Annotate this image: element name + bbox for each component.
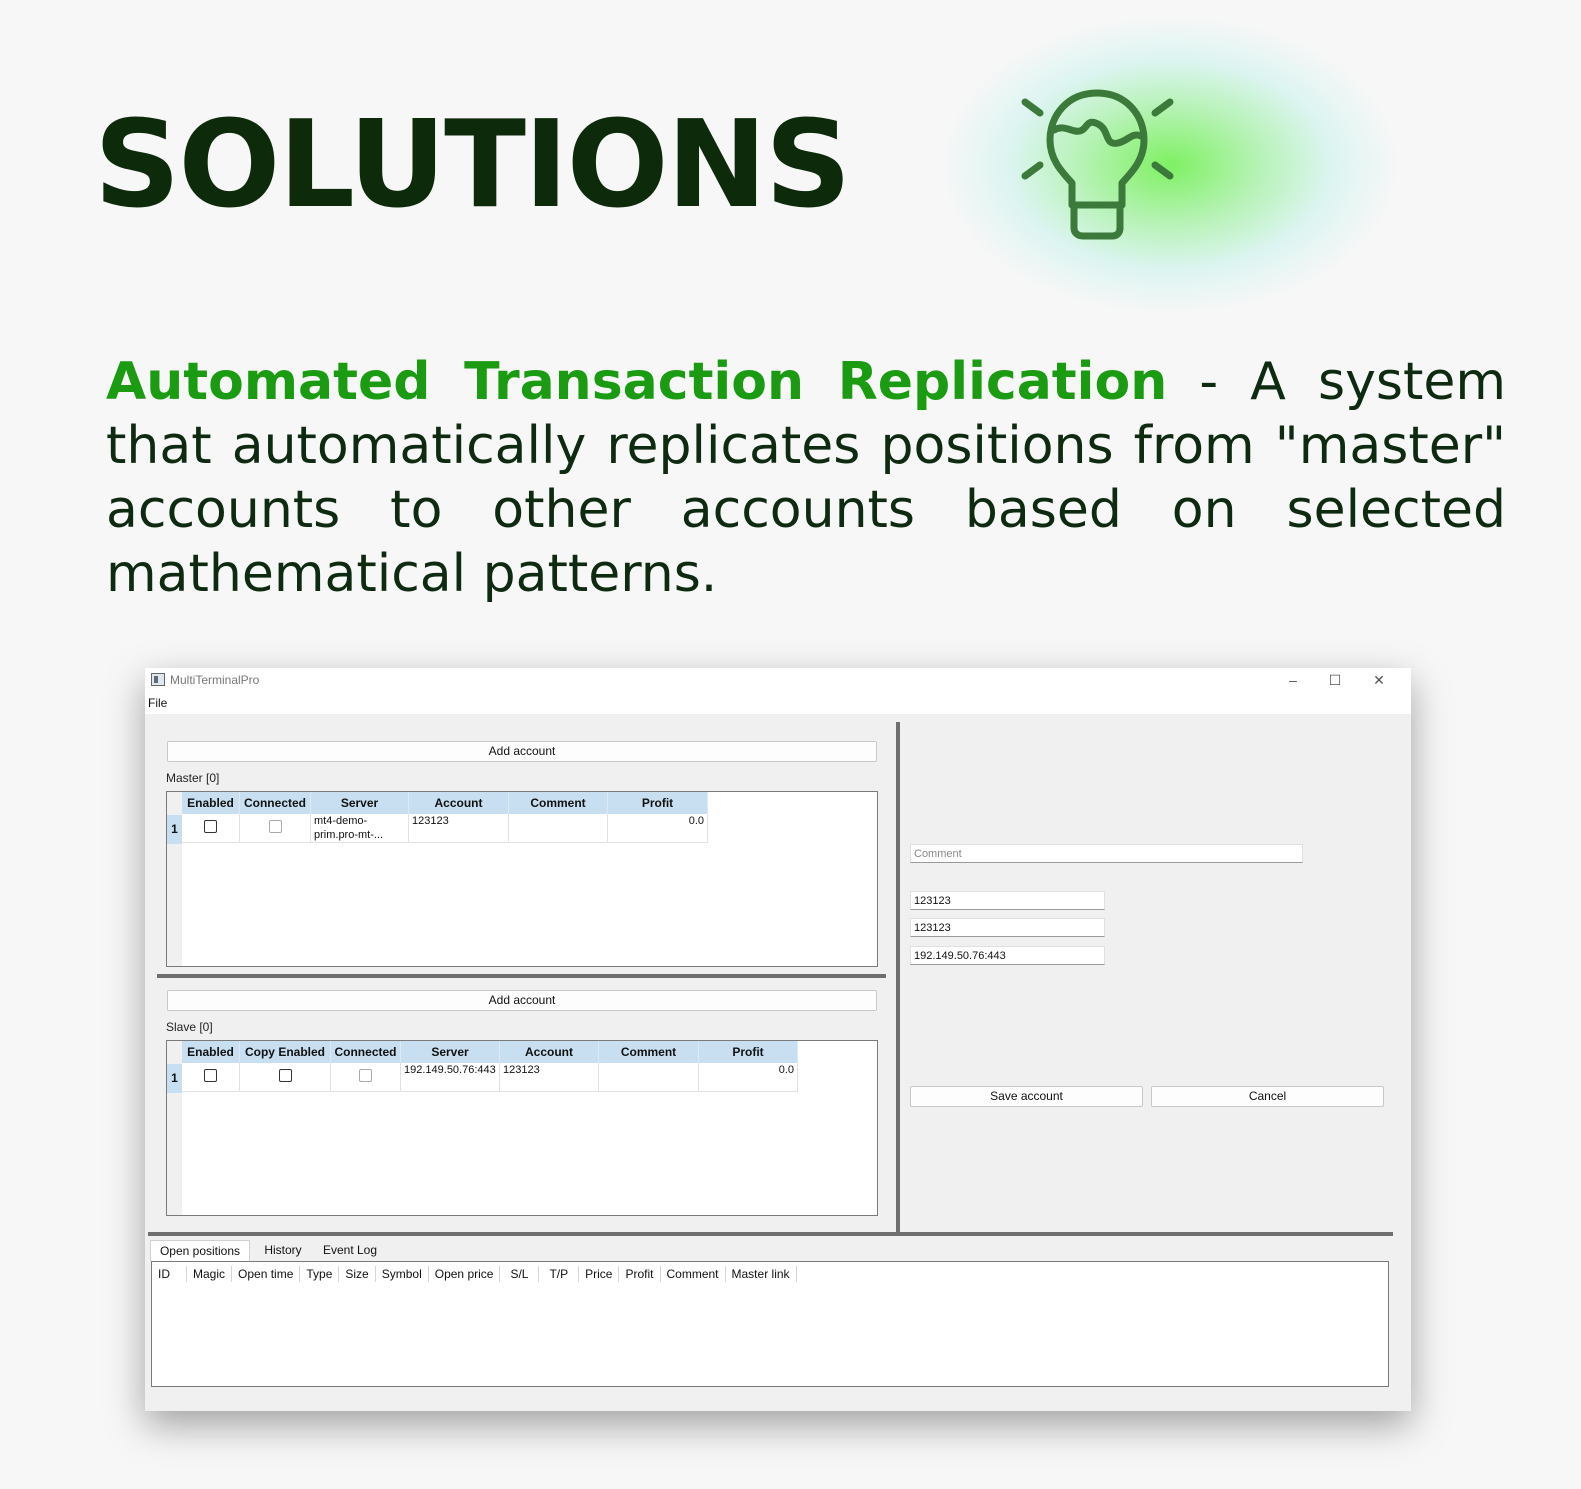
master-col-comment[interactable]: Comment	[508, 792, 608, 814]
comment-field[interactable]: Comment	[910, 844, 1303, 863]
slave-connected-checkbox	[359, 1068, 372, 1082]
slave-col-profit[interactable]: Profit	[698, 1041, 798, 1063]
pos-col-sl[interactable]: S/L	[500, 1266, 540, 1282]
pos-col-master-link[interactable]: Master link	[726, 1266, 797, 1282]
save-account-button[interactable]: Save account	[910, 1086, 1143, 1107]
slave-comment-cell[interactable]	[598, 1063, 699, 1092]
master-accounts-table: 1 Enabled Connected Server Account Comme…	[166, 791, 878, 967]
app-window: MultiTerminalPro – ☐ ✕ File Add account …	[145, 668, 1411, 1411]
slave-label: Slave [0]	[166, 1020, 213, 1034]
server-field[interactable]: 192.149.50.76:443	[910, 946, 1105, 965]
slave-col-copy-enabled[interactable]: Copy Enabled	[239, 1041, 331, 1063]
master-add-account-button[interactable]: Add account	[167, 741, 877, 762]
table-row[interactable]: 192.149.50.76:443 123123 0.0	[182, 1063, 798, 1092]
pos-col-price[interactable]: Price	[579, 1266, 620, 1282]
slave-row-number: 1	[167, 1064, 182, 1093]
app-window-icon	[151, 673, 165, 686]
slave-col-connected[interactable]: Connected	[330, 1041, 401, 1063]
master-account-cell[interactable]: 123123	[408, 814, 509, 843]
slave-col-server[interactable]: Server	[400, 1041, 500, 1063]
pos-col-profit[interactable]: Profit	[619, 1266, 661, 1282]
master-profit-cell[interactable]: 0.0	[607, 814, 708, 843]
slave-profit-cell[interactable]: 0.0	[698, 1063, 798, 1092]
pos-col-comment[interactable]: Comment	[661, 1266, 726, 1282]
master-col-server[interactable]: Server	[310, 792, 409, 814]
master-enabled-checkbox[interactable]	[204, 819, 217, 833]
account-field[interactable]: 123123	[910, 891, 1105, 910]
table-row[interactable]: mt4-demo-prim.pro-mt-... 123123 0.0	[182, 814, 708, 843]
tab-open-positions[interactable]: Open positions	[150, 1240, 250, 1261]
menu-file[interactable]: File	[148, 696, 167, 710]
master-label: Master [0]	[166, 771, 220, 785]
slave-server-cell[interactable]: 192.149.50.76:443	[400, 1063, 500, 1092]
master-comment-cell[interactable]	[508, 814, 608, 843]
pos-col-tp[interactable]: T/P	[539, 1266, 580, 1282]
menu-bar: File	[145, 692, 1411, 714]
slave-copy-enabled-checkbox[interactable]	[278, 1068, 292, 1082]
cancel-button[interactable]: Cancel	[1151, 1086, 1384, 1107]
master-col-account[interactable]: Account	[408, 792, 509, 814]
bottom-splitter[interactable]	[148, 1232, 1393, 1236]
tab-history[interactable]: History	[254, 1240, 312, 1260]
maximize-button[interactable]: ☐	[1315, 669, 1355, 691]
master-server-cell[interactable]: mt4-demo-prim.pro-mt-...	[314, 814, 404, 842]
master-col-enabled[interactable]: Enabled	[182, 792, 240, 814]
slave-accounts-table: 1 Enabled Copy Enabled Connected Server …	[166, 1040, 878, 1216]
slave-col-comment[interactable]: Comment	[598, 1041, 699, 1063]
pos-col-magic[interactable]: Magic	[187, 1266, 233, 1282]
positions-header: ID Magic Open time Type Size Symbol Open…	[152, 1266, 797, 1282]
slave-enabled-checkbox[interactable]	[204, 1068, 217, 1082]
master-col-profit[interactable]: Profit	[607, 792, 708, 814]
headline: SOLUTIONS	[94, 96, 851, 235]
description: Automated Transaction Replication - A sy…	[106, 350, 1506, 606]
tab-event-log[interactable]: Event Log	[316, 1240, 384, 1260]
password-field[interactable]: 123123	[910, 918, 1105, 937]
master-col-connected[interactable]: Connected	[239, 792, 311, 814]
slave-col-account[interactable]: Account	[499, 1041, 599, 1063]
description-highlight: Automated Transaction Replication	[106, 352, 1168, 412]
title-bar: MultiTerminalPro – ☐ ✕	[145, 668, 1411, 692]
master-row-number: 1	[167, 815, 182, 844]
slave-account-cell[interactable]: 123123	[499, 1063, 599, 1092]
pos-col-id[interactable]: ID	[152, 1266, 187, 1282]
pos-col-type[interactable]: Type	[300, 1266, 340, 1282]
open-positions-table: ID Magic Open time Type Size Symbol Open…	[151, 1261, 1389, 1387]
vertical-splitter[interactable]	[896, 722, 900, 1232]
pos-col-size[interactable]: Size	[339, 1266, 376, 1282]
minimize-button[interactable]: –	[1273, 669, 1313, 691]
pos-col-open-time[interactable]: Open time	[232, 1266, 301, 1282]
pos-col-open-price[interactable]: Open price	[429, 1266, 501, 1282]
master-connected-checkbox	[268, 819, 282, 833]
lightbulb-icon	[1021, 89, 1174, 240]
slave-col-enabled[interactable]: Enabled	[182, 1041, 240, 1063]
close-button[interactable]: ✕	[1359, 669, 1399, 691]
horizontal-splitter[interactable]	[157, 974, 886, 978]
pos-col-symbol[interactable]: Symbol	[376, 1266, 429, 1282]
window-title: MultiTerminalPro	[170, 673, 260, 687]
slave-add-account-button[interactable]: Add account	[167, 990, 877, 1011]
